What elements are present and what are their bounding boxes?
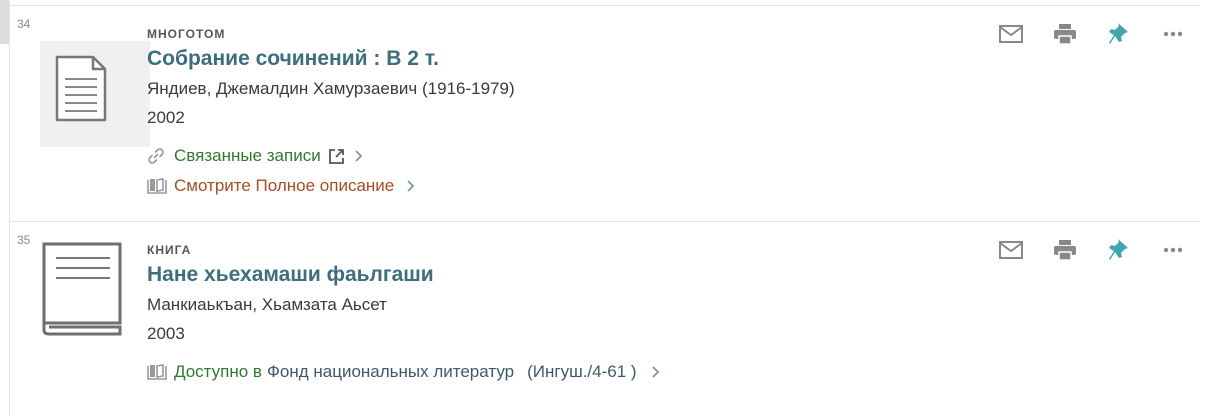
book-icon bbox=[42, 242, 122, 336]
result-thumbnail[interactable] bbox=[40, 41, 150, 152]
pin-icon bbox=[1109, 239, 1128, 260]
result-title[interactable]: Собрание сочинений : В 2 т. bbox=[147, 47, 439, 71]
result-type: КНИГА bbox=[147, 243, 192, 257]
result-author: Яндиев, Джемалдин Хамурзаевич (1916-1979… bbox=[147, 79, 515, 98]
chevron-right-icon bbox=[651, 365, 661, 379]
result-author: Манкиаькъан, Хьамзата Аьсет bbox=[147, 295, 387, 314]
print-button[interactable] bbox=[1038, 236, 1092, 264]
call-number: (Ингуш./4-61 ) bbox=[527, 362, 637, 381]
full-description-link[interactable]: Смотрите Полное описание bbox=[147, 176, 416, 196]
email-button[interactable] bbox=[984, 236, 1038, 264]
email-button[interactable] bbox=[984, 20, 1038, 48]
result-item-34: 34 МНОГОТОМ Собрание сочинений : В 2 т. … bbox=[9, 6, 1200, 220]
result-title[interactable]: Нане хьехамаши фаьлгаши bbox=[147, 263, 434, 287]
book-open-icon bbox=[147, 178, 169, 194]
related-records-label: Связанные записи bbox=[174, 146, 321, 165]
book-open-icon bbox=[147, 364, 169, 380]
pin-button[interactable] bbox=[1092, 20, 1146, 48]
chevron-right-icon bbox=[354, 149, 364, 163]
more-icon bbox=[1163, 31, 1183, 37]
result-thumbnail[interactable] bbox=[40, 241, 124, 342]
result-number: 34 bbox=[17, 17, 31, 31]
external-link-icon bbox=[328, 148, 345, 165]
more-button[interactable] bbox=[1146, 20, 1200, 48]
email-icon bbox=[999, 241, 1023, 259]
related-records-link[interactable]: Связанные записи bbox=[147, 146, 364, 166]
availability-status: Доступно в bbox=[174, 362, 262, 381]
print-button[interactable] bbox=[1038, 20, 1092, 48]
print-icon bbox=[1054, 24, 1076, 45]
email-icon bbox=[999, 25, 1023, 43]
result-number: 35 bbox=[17, 233, 31, 247]
result-actions bbox=[984, 236, 1200, 264]
result-item-35: 35 КНИГА Нане хьехамаши фаьлгаши Манкиаь… bbox=[9, 222, 1200, 416]
print-icon bbox=[1054, 240, 1076, 261]
result-year: 2003 bbox=[147, 324, 185, 343]
pin-icon bbox=[1109, 23, 1128, 44]
result-actions bbox=[984, 20, 1200, 48]
result-type: МНОГОТОМ bbox=[147, 27, 226, 41]
more-button[interactable] bbox=[1146, 236, 1200, 264]
availability-location: Фонд национальных литератур bbox=[266, 362, 515, 381]
scrollbar-thumb[interactable] bbox=[0, 0, 9, 44]
chevron-right-icon bbox=[406, 179, 416, 193]
document-icon bbox=[40, 41, 150, 147]
pin-button[interactable] bbox=[1092, 236, 1146, 264]
full-description-label: Смотрите Полное описание bbox=[174, 176, 395, 195]
availability-link[interactable]: Доступно в Фонд национальных литератур (… bbox=[147, 362, 661, 382]
link-icon bbox=[147, 147, 169, 165]
result-year: 2002 bbox=[147, 108, 185, 127]
more-icon bbox=[1163, 247, 1183, 253]
